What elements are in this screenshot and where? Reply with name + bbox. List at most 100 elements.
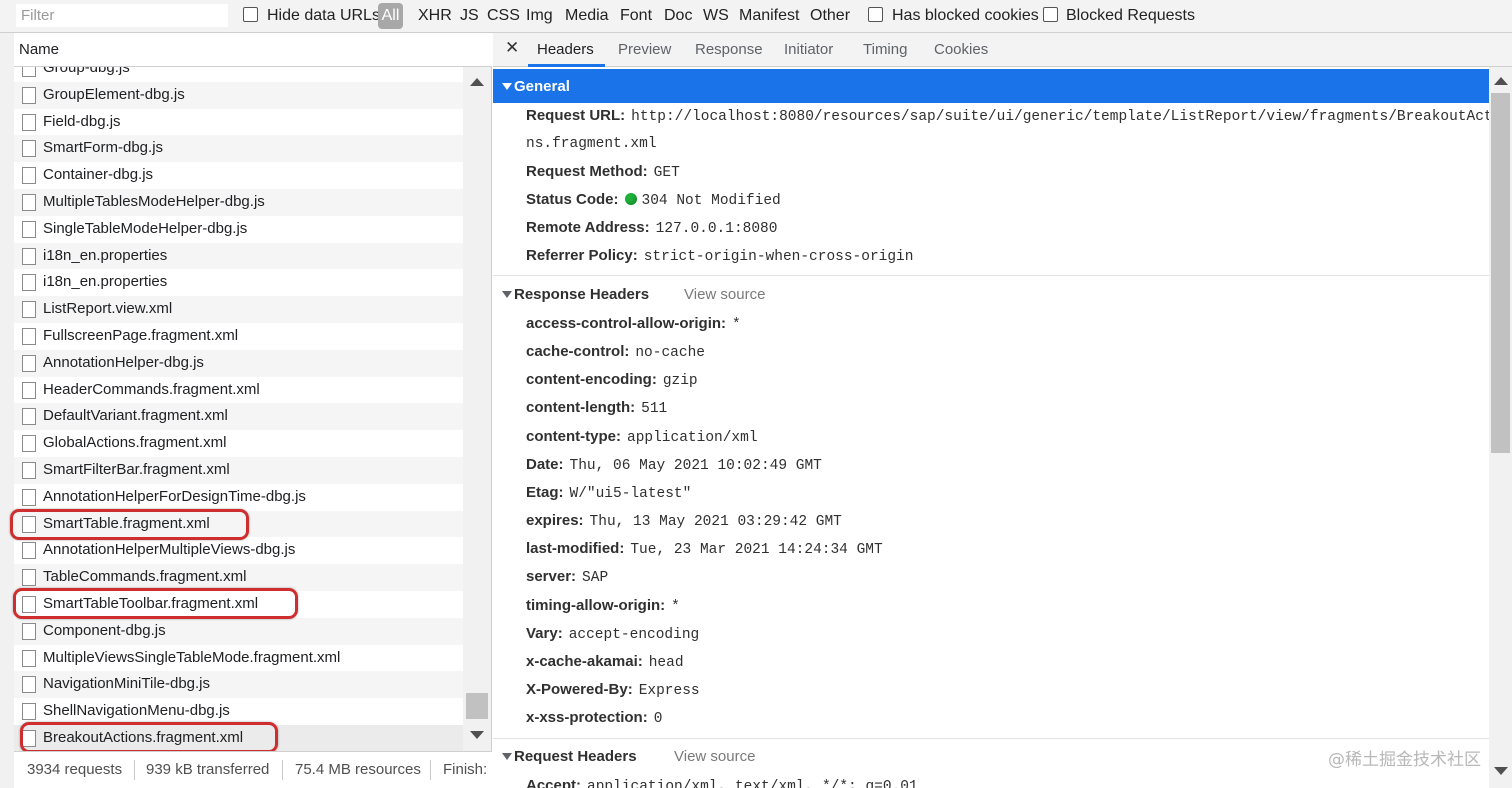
general-section-header[interactable]: General — [493, 69, 1489, 103]
response-header-value: * — [671, 598, 680, 615]
request-name: NavigationMiniTile-dbg.js — [43, 675, 211, 693]
has-blocked-cookies-checkbox[interactable] — [868, 7, 883, 22]
hide-data-urls-label[interactable]: Hide data URLs — [267, 7, 380, 25]
scrollbar-thumb[interactable] — [466, 693, 488, 719]
scroll-up-arrow-icon[interactable] — [1494, 77, 1508, 85]
status-code-value: 304 Not Modified — [641, 193, 781, 209]
response-view-source-link[interactable]: View source — [684, 286, 765, 303]
expand-triangle-icon — [502, 291, 512, 298]
request-row[interactable]: SingleTableModeHelper-dbg.js — [14, 216, 463, 243]
type-filter-all[interactable]: All — [378, 3, 403, 29]
response-header-row: server: SAP — [526, 568, 608, 586]
request-row[interactable]: FullscreenPage.fragment.xml — [14, 323, 463, 350]
type-filter-other[interactable]: Other — [810, 7, 850, 25]
type-filter-manifest[interactable]: Manifest — [739, 7, 799, 25]
response-header-row: content-length: 511 — [526, 399, 667, 417]
blocked-requests-label[interactable]: Blocked Requests — [1066, 7, 1195, 25]
request-row[interactable]: AnnotationHelperMultipleViews-dbg.js — [14, 537, 463, 564]
name-column-header[interactable]: Name — [14, 33, 492, 67]
response-header-key: content-type: — [526, 427, 621, 445]
response-headers-section-header[interactable]: Response Headers View source — [493, 277, 1489, 311]
response-header-row: Etag: W/"ui5-latest" — [526, 484, 691, 502]
remote-address-value: 127.0.0.1:8080 — [655, 221, 778, 237]
status-divider — [134, 760, 135, 780]
tab-initiator[interactable]: Initiator — [784, 41, 833, 58]
tab-preview[interactable]: Preview — [618, 41, 671, 58]
file-icon — [22, 622, 36, 640]
type-filter-font[interactable]: Font — [620, 7, 652, 25]
request-row[interactable]: i18n_en.properties — [14, 242, 463, 270]
request-row[interactable]: MultipleTablesModeHelper-dbg.js — [14, 189, 463, 216]
finish-time: Finish: — [443, 761, 488, 778]
response-header-row: x-xss-protection: 0 — [526, 709, 662, 727]
request-row[interactable]: ListReport.view.xml — [14, 296, 463, 323]
close-icon[interactable]: ✕ — [505, 38, 519, 58]
tab-response[interactable]: Response — [695, 41, 763, 58]
response-header-value: accept-encoding — [568, 626, 700, 643]
request-row[interactable]: ShellNavigationMenu-dbg.js — [14, 698, 463, 725]
request-row[interactable]: GroupElement-dbg.js — [14, 81, 463, 109]
response-header-value: Express — [638, 682, 700, 699]
file-icon — [22, 301, 36, 319]
scrollbar-thumb[interactable] — [1491, 93, 1510, 453]
request-method-label: Request Method: — [526, 163, 648, 180]
scroll-up-arrow-icon[interactable] — [470, 78, 484, 86]
file-icon — [22, 274, 36, 292]
type-filter-xhr[interactable]: XHR — [418, 7, 452, 25]
request-row[interactable]: NavigationMiniTile-dbg.js — [14, 671, 463, 699]
highlight-breakoutactions — [20, 722, 278, 753]
type-filter-js[interactable]: JS — [460, 7, 479, 25]
request-name: FullscreenPage.fragment.xml — [43, 327, 239, 344]
response-header-key: x-cache-akamai: — [526, 652, 643, 670]
scroll-down-arrow-icon[interactable] — [1494, 767, 1508, 775]
request-row[interactable]: DefaultVariant.fragment.xml — [14, 403, 463, 431]
response-header-value: * — [732, 317, 741, 333]
type-filter-css[interactable]: CSS — [487, 7, 520, 25]
request-row[interactable]: SmartForm-dbg.js — [14, 135, 463, 163]
file-icon — [22, 86, 36, 104]
file-icon — [22, 220, 36, 238]
request-list-scrollbar[interactable] — [463, 67, 491, 751]
file-icon — [22, 542, 36, 560]
hide-data-urls-checkbox[interactable] — [243, 7, 258, 22]
has-blocked-cookies-label[interactable]: Has blocked cookies — [892, 7, 1039, 25]
request-url-value: http://localhost:8080/resources/sap/suit… — [631, 109, 1489, 125]
file-icon — [22, 488, 36, 506]
request-row[interactable]: GlobalActions.fragment.xml — [14, 430, 463, 457]
type-filter-doc[interactable]: Doc — [664, 7, 692, 25]
response-header-value: 0 — [653, 711, 663, 728]
request-name: Field-dbg.js — [43, 112, 121, 130]
request-row[interactable]: Container-dbg.js — [14, 162, 463, 189]
type-filter-img[interactable]: Img — [526, 7, 553, 25]
tab-timing[interactable]: Timing — [863, 41, 907, 58]
request-row[interactable]: Field-dbg.js — [14, 109, 463, 136]
referrer-policy-value: strict-origin-when-cross-origin — [643, 249, 914, 265]
request-row[interactable]: AnnotationHelperForDesignTime-dbg.js — [14, 484, 463, 511]
headers-panel-scrollbar[interactable] — [1489, 67, 1512, 788]
tab-cookies[interactable]: Cookies — [934, 41, 988, 58]
filter-input[interactable] — [16, 4, 228, 27]
blocked-requests-checkbox[interactable] — [1043, 7, 1058, 22]
request-row[interactable]: SmartFilterBar.fragment.xml — [14, 457, 463, 484]
request-row[interactable]: MultipleViewsSingleTableMode.fragment.xm… — [14, 645, 463, 672]
request-row[interactable]: HeaderCommands.fragment.xml — [14, 377, 463, 404]
response-header-row: cache-control: no-cache — [526, 343, 705, 361]
tab-headers[interactable]: Headers — [537, 41, 594, 58]
request-view-source-link[interactable]: View source — [674, 748, 755, 765]
file-icon — [22, 194, 36, 211]
type-filter-ws[interactable]: WS — [703, 7, 729, 25]
file-icon — [22, 113, 36, 131]
status-code-row: Status Code: 304 Not Modified — [526, 191, 781, 209]
request-name: MultipleTablesModeHelper-dbg.js — [43, 193, 265, 210]
type-filter-media[interactable]: Media — [565, 7, 609, 25]
request-row[interactable]: TableCommands.fragment.xml — [14, 564, 463, 591]
response-header-key: X-Powered-By: — [526, 680, 633, 698]
response-headers-title: Response Headers — [514, 286, 650, 303]
request-row[interactable]: Group-dbg.js — [14, 67, 463, 82]
request-row[interactable]: AnnotationHelper-dbg.js — [14, 349, 463, 377]
request-row[interactable]: i18n_en.properties — [14, 269, 463, 296]
request-name: Group-dbg.js — [43, 67, 130, 76]
scroll-down-arrow-icon[interactable] — [470, 731, 484, 739]
request-row[interactable]: Component-dbg.js — [14, 617, 463, 645]
response-header-row: last-modified: Tue, 23 Mar 2021 14:24:34 … — [526, 540, 883, 558]
